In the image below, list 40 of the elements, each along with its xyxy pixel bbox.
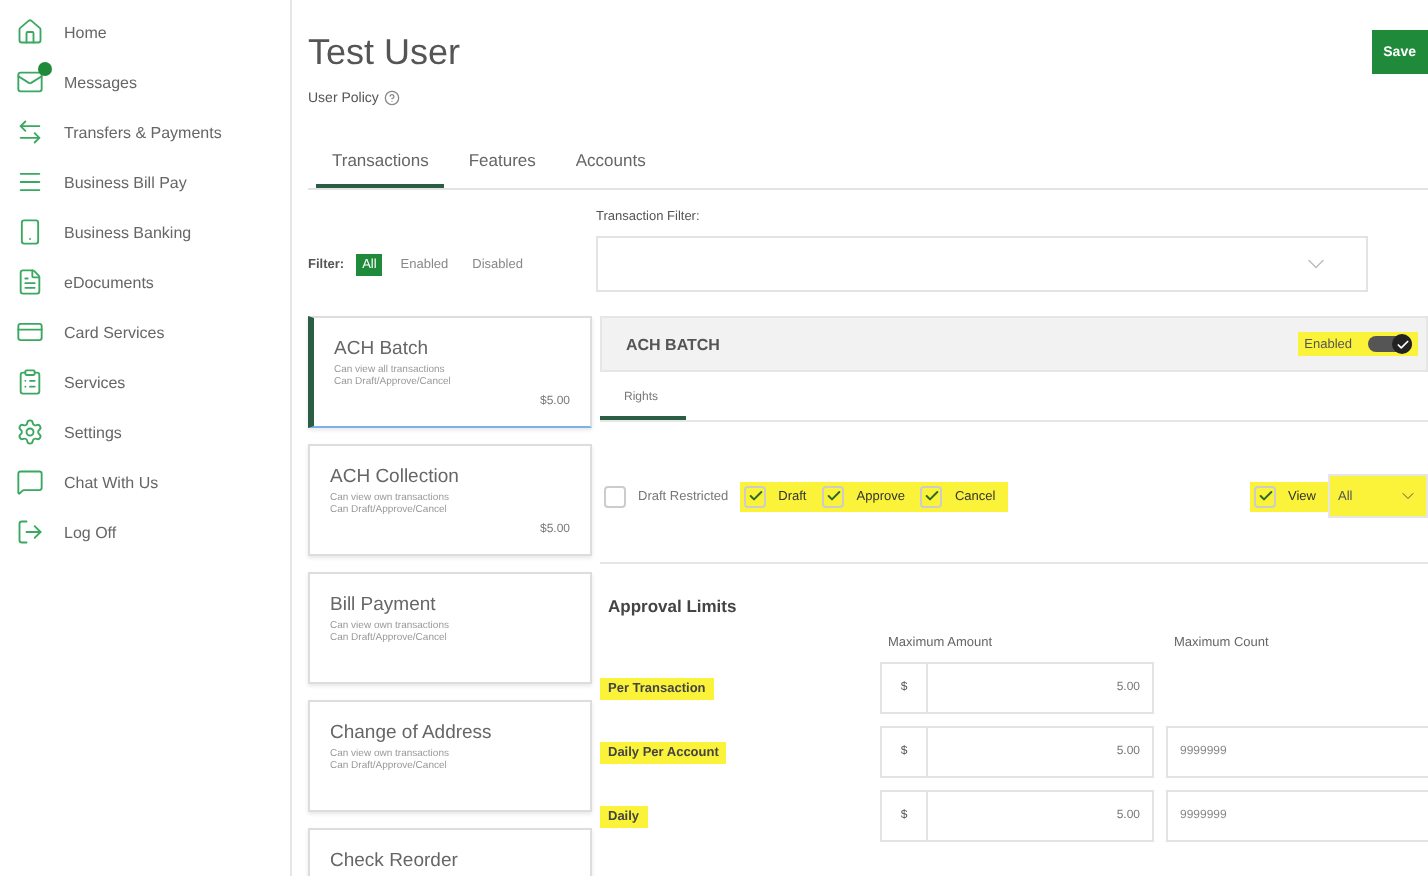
section-title: Approval Limits [608, 596, 739, 616]
tab[interactable]: Transactions [316, 142, 445, 188]
sidebar-item[interactable]: Business Banking [0, 212, 290, 252]
page-title: Test User [308, 32, 461, 74]
sidebar-item[interactable]: Settings [0, 412, 290, 452]
transaction-card[interactable]: Check Reorder [308, 828, 592, 876]
settings-icon [16, 418, 44, 446]
tab[interactable]: Accounts [559, 142, 662, 188]
sidebar-item[interactable]: eDocuments [0, 262, 290, 302]
transaction-name: Check Reorder [330, 850, 460, 872]
chat-icon [16, 468, 44, 496]
sidebar-item[interactable]: Transfers & Payments [0, 112, 290, 152]
sidebar-item[interactable]: Card Services [0, 312, 290, 352]
check-icon [1395, 337, 1409, 351]
sidebar-item[interactable]: Chat With Us [0, 462, 290, 502]
toggle-switch[interactable] [1368, 336, 1412, 352]
sidebar-item[interactable]: Business Bill Pay [0, 162, 290, 202]
sidebar-item[interactable]: Log Off [0, 512, 290, 552]
phone-icon [16, 218, 44, 246]
transaction-name: ACH Batch [334, 338, 430, 360]
menu-icon [16, 168, 44, 196]
help-icon[interactable] [384, 90, 401, 106]
check-icon [923, 488, 940, 504]
transaction-name: Change of Address [330, 722, 494, 744]
check-icon [1257, 488, 1274, 504]
check-icon [825, 488, 842, 504]
arrows-icon [16, 118, 44, 146]
clipboard-icon [16, 368, 44, 396]
document-icon [16, 268, 44, 296]
home-icon [16, 18, 44, 46]
check-icon [747, 488, 764, 504]
sidebar-item[interactable]: Home [0, 12, 290, 52]
card-icon [16, 318, 44, 346]
panel-title: ACH BATCH [626, 335, 720, 353]
transaction-name: ACH Collection [330, 466, 461, 488]
transaction-name: Bill Payment [330, 594, 438, 616]
logout-icon [16, 518, 44, 546]
sidebar-item[interactable]: Services [0, 362, 290, 402]
tab[interactable]: Features [452, 142, 552, 188]
sidebar-item[interactable]: Messages [0, 62, 290, 102]
